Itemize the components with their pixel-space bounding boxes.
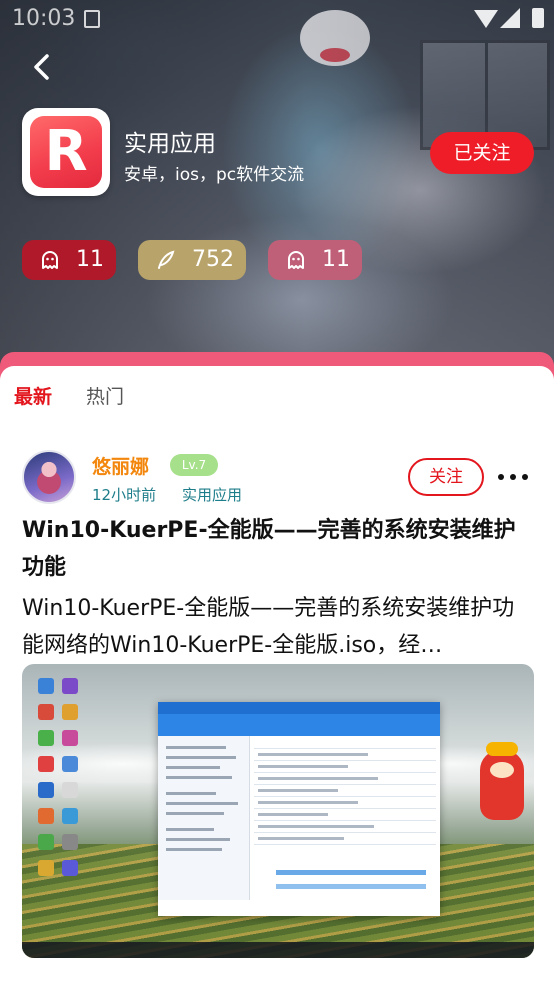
- stat-badge-online[interactable]: 11: [268, 240, 362, 280]
- status-time: 10:03: [12, 6, 76, 31]
- post-image[interactable]: [22, 664, 534, 958]
- signal-icon: [500, 8, 520, 28]
- author-avatar[interactable]: [22, 450, 76, 504]
- taskbar: [22, 942, 534, 958]
- mascot-sticker: [480, 742, 524, 820]
- pe-tool-window: [158, 702, 440, 916]
- author-name[interactable]: 悠丽娜: [92, 452, 149, 479]
- level-badge: Lv.7: [170, 454, 218, 476]
- community-logo: R: [22, 108, 110, 196]
- chevron-left-icon: [34, 54, 49, 80]
- feather-icon: [158, 250, 175, 269]
- ghost-icon: [288, 251, 304, 269]
- tab-hot[interactable]: 热门: [86, 382, 124, 409]
- post-time: 12小时前: [92, 486, 157, 504]
- status-bar: 10:03: [0, 0, 554, 36]
- ghost-icon: [42, 251, 58, 269]
- post-group-link[interactable]: 实用应用: [182, 484, 242, 505]
- back-button[interactable]: [26, 50, 60, 84]
- community-description: 安卓，ios，pc软件交流: [124, 165, 305, 185]
- community-name: 实用应用: [124, 131, 216, 157]
- stat-value: 752: [192, 247, 234, 272]
- post-excerpt[interactable]: Win10-KuerPE-全能版——完善的系统安装维护功能网络的Win10-Ku…: [22, 590, 534, 664]
- notification-icon: [84, 10, 100, 28]
- stat-value: 11: [76, 247, 104, 272]
- more-options-icon[interactable]: [498, 474, 528, 482]
- stat-value: 11: [322, 247, 350, 272]
- battery-icon: [532, 8, 544, 28]
- tab-latest[interactable]: 最新: [14, 382, 52, 409]
- followed-button[interactable]: 已关注: [430, 132, 534, 174]
- stat-badge-posts[interactable]: 752: [138, 240, 246, 280]
- desktop-icons: [28, 670, 148, 940]
- wifi-icon: [474, 10, 498, 28]
- post-title[interactable]: Win10-KuerPE-全能版——完善的系统安装维护功能: [22, 512, 534, 586]
- community-logo-letter: R: [44, 119, 88, 184]
- follow-author-button[interactable]: 关注: [408, 458, 484, 496]
- stat-badge-members[interactable]: 11: [22, 240, 116, 280]
